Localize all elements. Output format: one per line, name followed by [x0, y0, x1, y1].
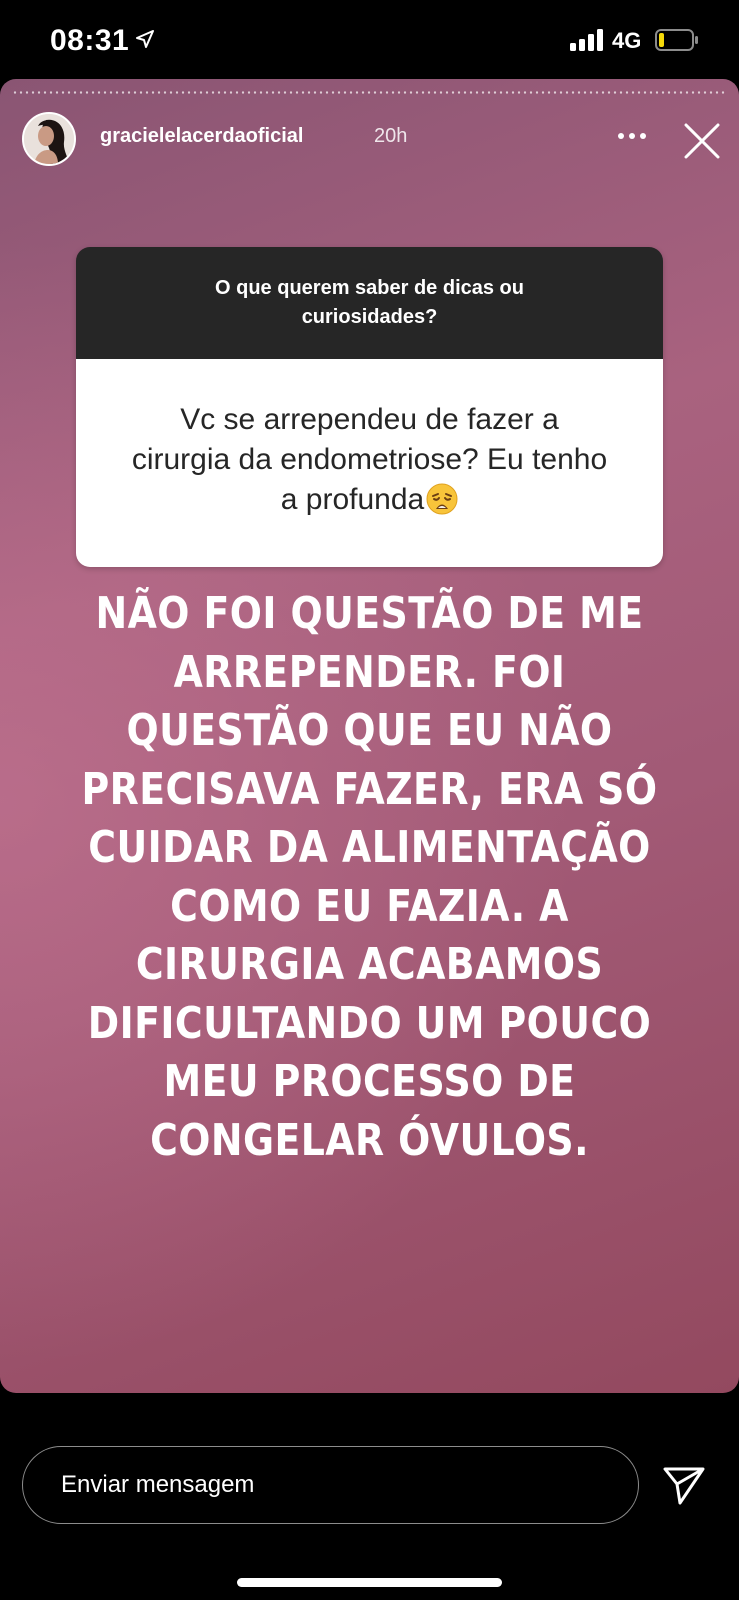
location-arrow-icon — [136, 30, 154, 48]
question-answer: Vc se arrependeu de fazer a cirurgia da … — [130, 400, 610, 520]
question-sticker[interactable]: O que querem saber de dicas ou curiosida… — [76, 247, 663, 567]
question-answer-text: Vc se arrependeu de fazer a cirurgia da … — [131, 403, 608, 516]
story-card[interactable]: gracielelacerdaoficial 20h O que querem … — [0, 79, 739, 1393]
send-message-input[interactable]: Enviar mensagem — [22, 1446, 639, 1524]
network-type: 4G — [612, 28, 642, 53]
story-caption-text: NÃO FOI QUESTÃO DE ME ARREPENDER. FOI QU… — [81, 588, 658, 1166]
profile-photo — [24, 114, 74, 164]
close-icon[interactable] — [680, 119, 724, 163]
question-sticker-body: Vc se arrependeu de fazer a cirurgia da … — [76, 359, 663, 567]
status-bar: 08:31 4G — [0, 0, 739, 80]
battery-icon — [655, 29, 698, 51]
story-progress-bar — [12, 91, 727, 94]
story-timestamp: 20h — [374, 125, 408, 147]
send-message-placeholder: Enviar mensagem — [61, 1471, 255, 1498]
status-time: 08:31 — [50, 24, 130, 57]
story-header: gracielelacerdaoficial 20h — [0, 107, 739, 187]
more-dots-icon[interactable] — [612, 121, 652, 151]
send-paper-plane-icon[interactable] — [662, 1465, 706, 1505]
question-prompt: O que querem saber de dicas ou curiosida… — [215, 277, 524, 328]
weary-face-emoji — [426, 483, 458, 515]
question-sticker-header: O que querem saber de dicas ou curiosida… — [76, 247, 663, 359]
home-indicator — [237, 1578, 502, 1587]
story-username[interactable]: gracielelacerdaoficial — [100, 125, 303, 148]
signal-bars-icon — [570, 29, 603, 51]
avatar[interactable] — [22, 112, 76, 166]
